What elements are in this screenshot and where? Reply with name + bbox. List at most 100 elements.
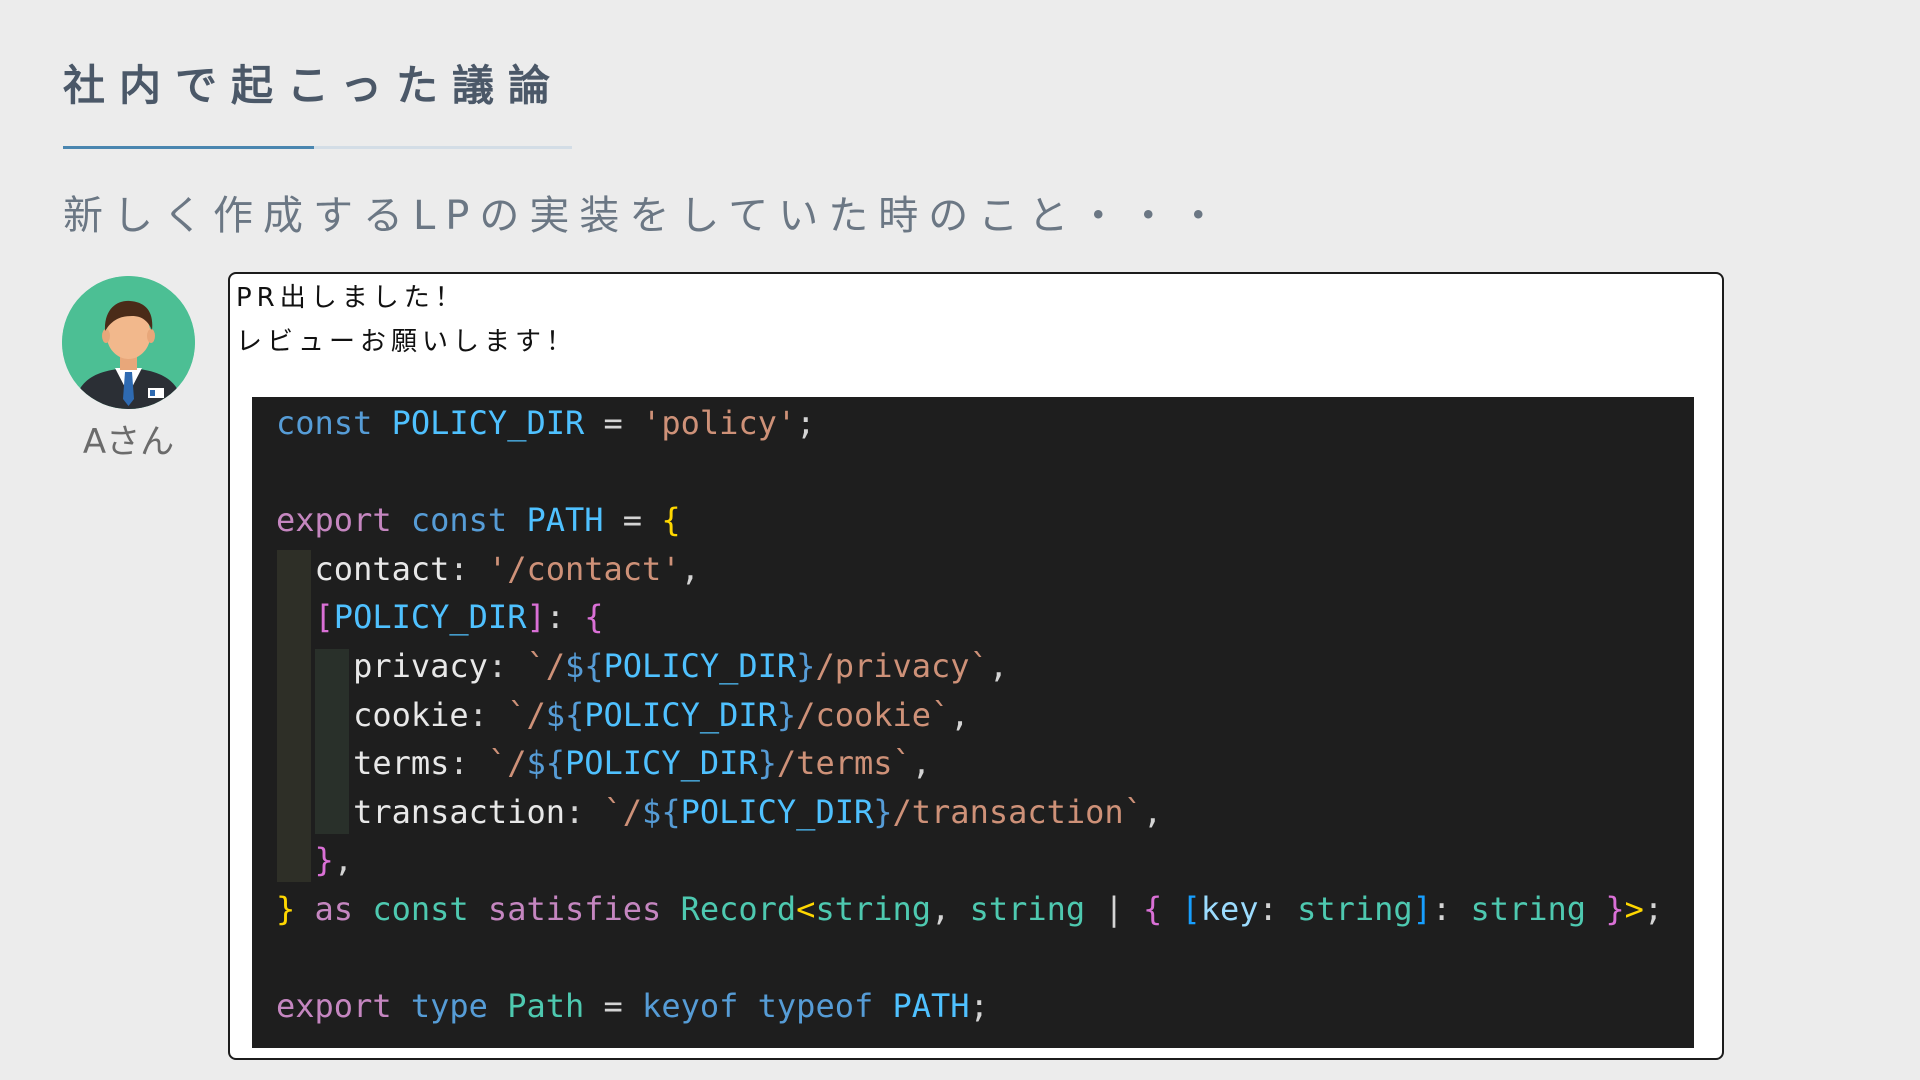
- code-token: PATH: [526, 501, 604, 540]
- code-token: }: [873, 792, 893, 831]
- code-token: string: [1297, 890, 1413, 928]
- code-token: as: [314, 890, 354, 928]
- code-token: POLICY_DIR: [333, 598, 527, 637]
- code-token: :: [545, 598, 585, 637]
- code-token: Record: [680, 890, 797, 928]
- message-line-1: PR出しました！: [236, 283, 466, 313]
- code-token: `/: [603, 792, 643, 831]
- code-token: ${: [526, 744, 565, 783]
- code-token: /transaction`: [892, 792, 1143, 831]
- code-token: {: [661, 501, 681, 540]
- code-line: privacy: `/${POLICY_DIR}/privacy`,: [276, 642, 1008, 691]
- code-token: {: [584, 598, 604, 637]
- code-token: }: [314, 841, 334, 880]
- code-line: },: [276, 836, 354, 885]
- code-token: const: [276, 404, 373, 442]
- code-token: `/: [487, 744, 527, 783]
- code-token: :: [449, 744, 488, 783]
- title-underline-accent: [63, 146, 314, 149]
- code-token: satisfies: [487, 890, 662, 928]
- code-token: transaction: [353, 792, 565, 831]
- code-token: cookie: [353, 695, 469, 734]
- code-token: ,: [333, 841, 354, 880]
- code-line: cookie: `/${POLICY_DIR}/cookie`,: [276, 691, 970, 740]
- code-token: string: [815, 890, 932, 928]
- code-token: :: [487, 647, 527, 685]
- slide-subtitle: 新しく作成するLPの実装をしていた時のこと・・・: [63, 193, 1229, 239]
- code-token: ,: [911, 744, 932, 783]
- code-token: :: [468, 695, 508, 734]
- code-token: ;: [969, 987, 989, 1026]
- avatar-illustration: [62, 276, 195, 409]
- code-token: const: [372, 890, 469, 928]
- code-token: POLICY_DIR: [584, 695, 777, 734]
- code-token: ,: [1142, 792, 1163, 831]
- code-token: ,: [680, 549, 700, 588]
- code-line: transaction: `/${POLICY_DIR}/transaction…: [276, 788, 1162, 837]
- code-token: =: [603, 501, 662, 540]
- businessman-avatar-icon: [62, 276, 195, 409]
- code-token: ${: [564, 647, 604, 685]
- code-token: type: [410, 987, 488, 1026]
- code-token: key: [1200, 890, 1259, 928]
- code-token: `/: [526, 647, 565, 685]
- code-line: const POLICY_DIR = 'policy';: [276, 399, 815, 448]
- code-token: `/: [507, 695, 546, 734]
- code-token: string: [1470, 890, 1587, 928]
- user-name: Aさん: [82, 422, 175, 462]
- code-token: |: [1085, 890, 1143, 928]
- code-token: ,: [988, 647, 1009, 685]
- code-token: ,: [950, 695, 970, 734]
- code-token: }: [757, 744, 777, 783]
- code-token: keyof: [642, 987, 739, 1026]
- code-token: >: [1624, 890, 1644, 928]
- code-token: /terms`: [776, 744, 912, 783]
- code-token: :: [1258, 890, 1298, 928]
- code-token: typeof: [757, 987, 874, 1026]
- code-line: export const PATH = {: [276, 496, 681, 545]
- message-line-2: レビューお願いします！: [236, 327, 578, 357]
- code-token: POLICY_DIR: [603, 647, 797, 685]
- code-token: '/contact': [487, 549, 681, 588]
- code-token: terms: [353, 744, 450, 783]
- code-token: =: [584, 404, 643, 442]
- code-line: } as const satisfies Record<string, stri…: [276, 885, 1663, 934]
- code-token: :: [1431, 890, 1471, 928]
- code-token: /cookie`: [796, 695, 951, 734]
- code-token: }: [1605, 890, 1625, 928]
- code-token: privacy: [353, 647, 488, 685]
- code-token: POLICY_DIR: [391, 404, 585, 442]
- code-token: {: [1142, 890, 1163, 928]
- code-token: [: [1181, 890, 1201, 928]
- code-token: ]: [526, 598, 546, 637]
- code-token: =: [584, 987, 643, 1026]
- code-line: [POLICY_DIR]: {: [276, 593, 604, 642]
- code-token: PATH: [892, 987, 970, 1026]
- code-token: export: [276, 987, 392, 1026]
- message-bubble: PR出しました！ レビューお願いします！ const POLICY_DIR = …: [228, 272, 1724, 1060]
- code-token: ]: [1412, 890, 1432, 928]
- code-token: ;: [1643, 890, 1664, 928]
- code-line: export type Path = keyof typeof PATH;: [276, 982, 989, 1031]
- code-token: }: [776, 695, 797, 734]
- code-token: ,: [931, 890, 970, 928]
- code-block: const POLICY_DIR = 'policy'; export const…: [252, 397, 1694, 1048]
- code-token: /privacy`: [815, 647, 989, 685]
- code-token: 'policy': [642, 404, 797, 442]
